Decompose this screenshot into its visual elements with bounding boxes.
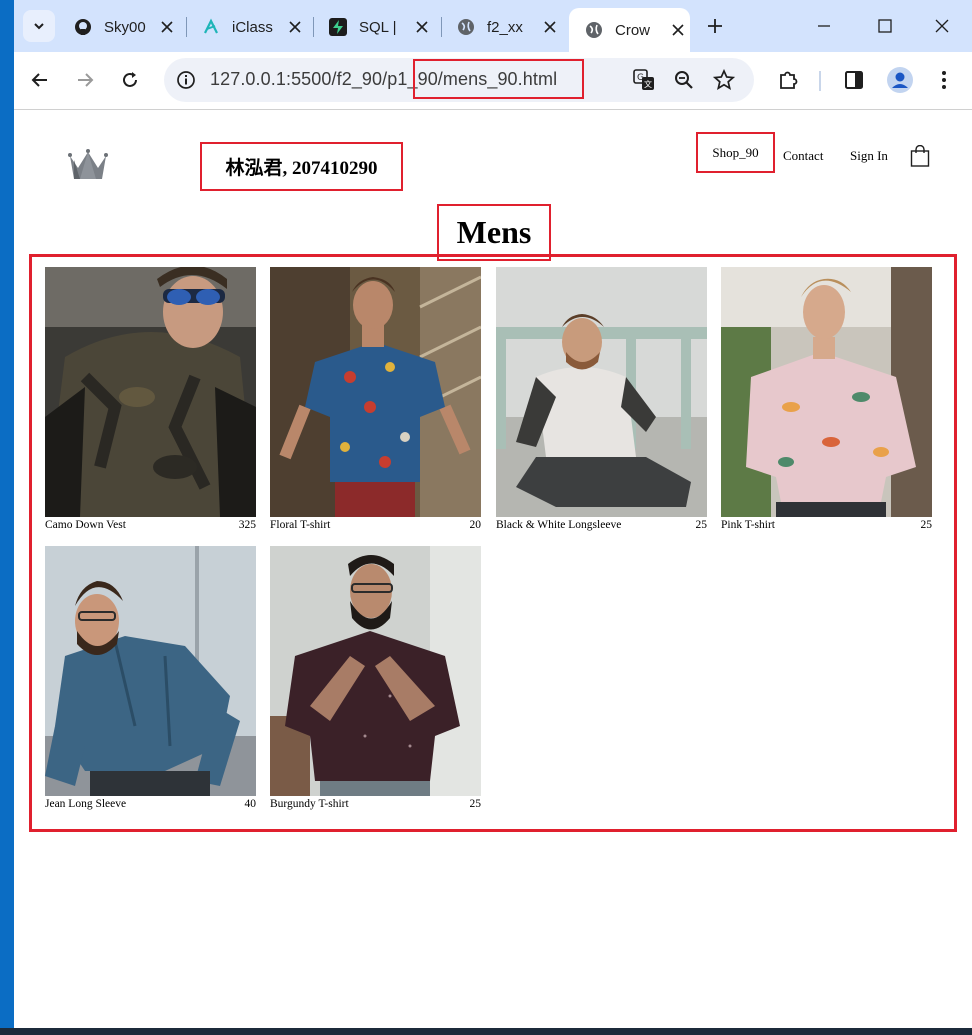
product-price: 20 <box>469 519 482 531</box>
product-name: Burgundy T-shirt <box>270 798 349 810</box>
tab-title: iClass <box>232 18 273 36</box>
maximize-button[interactable] <box>873 14 897 38</box>
product-caption: Camo Down Vest 325 <box>45 519 256 535</box>
puzzle-icon <box>780 71 798 89</box>
translate-icon: G文 <box>633 69 654 90</box>
profile-button[interactable] <box>886 66 914 94</box>
side-panel-icon <box>845 71 863 89</box>
supabase-icon <box>329 18 347 36</box>
tab-iclass[interactable]: iClass <box>186 8 304 46</box>
url-highlight-box <box>413 59 584 99</box>
reload-button[interactable] <box>116 66 144 94</box>
product-price: 25 <box>695 519 708 531</box>
translate-button[interactable]: G文 <box>630 66 658 94</box>
star-icon <box>713 69 735 90</box>
page-content: 林泓君, 207410290 Shop_90 Contact Sign In M… <box>14 110 972 1028</box>
arrow-right-icon <box>78 73 94 87</box>
github-icon <box>74 18 92 36</box>
product-caption: Jean Long Sleeve 40 <box>45 798 256 814</box>
product-name: Camo Down Vest <box>45 519 126 531</box>
browser-window: Sky00 iClass SQL | f2_xx Crow 127.0.0.1:… <box>14 0 972 1028</box>
student-name: 林泓君, 207410290 <box>225 158 378 179</box>
close-icon[interactable] <box>669 21 687 39</box>
page-title: Mens <box>456 214 532 250</box>
product-name: Black & White Longsleeve <box>496 519 622 531</box>
close-icon[interactable] <box>286 18 304 36</box>
nav-shop-link[interactable]: Shop_90 <box>696 132 775 173</box>
plus-icon <box>708 19 722 33</box>
new-tab-button[interactable] <box>704 15 726 37</box>
product-image[interactable] <box>45 546 256 796</box>
crown-logo-icon[interactable] <box>66 146 110 180</box>
nav-signin-link[interactable]: Sign In <box>850 148 888 164</box>
product-caption: Black & White Longsleeve 25 <box>496 519 707 535</box>
zoom-button[interactable] <box>670 66 698 94</box>
close-icon[interactable] <box>158 18 176 36</box>
minimize-button[interactable] <box>812 14 836 38</box>
tab-title: Sky00 <box>104 18 146 36</box>
taskbar-strip <box>0 1028 972 1035</box>
product-price: 40 <box>244 798 257 810</box>
menu-button[interactable] <box>930 66 958 94</box>
avatar-icon <box>887 67 913 93</box>
nav-shop-label: Shop_90 <box>712 144 759 160</box>
product-image[interactable] <box>45 267 256 517</box>
tab-search-button[interactable] <box>23 10 55 42</box>
tab-github[interactable]: Sky00 <box>58 8 176 46</box>
arrow-left-icon <box>31 73 47 87</box>
svg-text:文: 文 <box>644 79 652 89</box>
product-image[interactable] <box>496 267 707 517</box>
product-price: 25 <box>920 519 933 531</box>
student-name-box: 林泓君, 207410290 <box>200 142 403 191</box>
tab-f2[interactable]: f2_xx <box>441 8 559 46</box>
tab-sql[interactable]: SQL | <box>313 8 431 46</box>
product-price: 325 <box>238 519 256 531</box>
nav-contact-link[interactable]: Contact <box>783 148 823 164</box>
product-name: Jean Long Sleeve <box>45 798 127 810</box>
side-panel-button[interactable] <box>840 66 868 94</box>
iclass-icon <box>202 18 220 36</box>
page-title-box: Mens <box>437 204 551 261</box>
tab-title: SQL | <box>359 18 397 36</box>
product-name: Pink T-shirt <box>721 519 776 531</box>
forward-button[interactable] <box>71 66 99 94</box>
bookmark-button[interactable] <box>710 66 738 94</box>
tab-crown-active[interactable]: Crow <box>569 8 690 52</box>
tab-title: Crow <box>615 21 651 39</box>
tab-strip: Sky00 iClass SQL | f2_xx Crow <box>14 0 972 52</box>
product-caption: Burgundy T-shirt 25 <box>270 798 481 814</box>
product-price: 25 <box>469 798 482 810</box>
shopping-bag-icon[interactable] <box>910 145 930 167</box>
maximize-icon <box>878 19 892 33</box>
extensions-button[interactable] <box>774 66 802 94</box>
chevron-down-icon <box>34 23 44 30</box>
globe-icon <box>457 18 475 36</box>
product-caption: Floral T-shirt 20 <box>270 519 481 535</box>
product-caption: Pink T-shirt 25 <box>721 519 932 535</box>
minimize-icon <box>818 25 830 27</box>
globe-icon <box>585 21 603 39</box>
product-name: Floral T-shirt <box>270 519 331 531</box>
close-icon <box>935 19 949 33</box>
product-image[interactable] <box>721 267 932 517</box>
info-icon[interactable] <box>176 70 196 90</box>
product-grid: Camo Down Vest 325 Floral T-shirt 20 Bla… <box>29 254 957 832</box>
product-image[interactable] <box>270 267 481 517</box>
reload-icon <box>123 72 137 87</box>
tab-title: f2_xx <box>487 18 523 36</box>
close-icon[interactable] <box>413 18 431 36</box>
back-button[interactable] <box>26 66 54 94</box>
product-image[interactable] <box>270 546 481 796</box>
close-icon[interactable] <box>541 18 559 36</box>
toolbar-divider <box>819 71 821 91</box>
more-vert-icon <box>942 71 946 89</box>
zoom-out-icon <box>675 71 693 89</box>
close-window-button[interactable] <box>930 14 954 38</box>
